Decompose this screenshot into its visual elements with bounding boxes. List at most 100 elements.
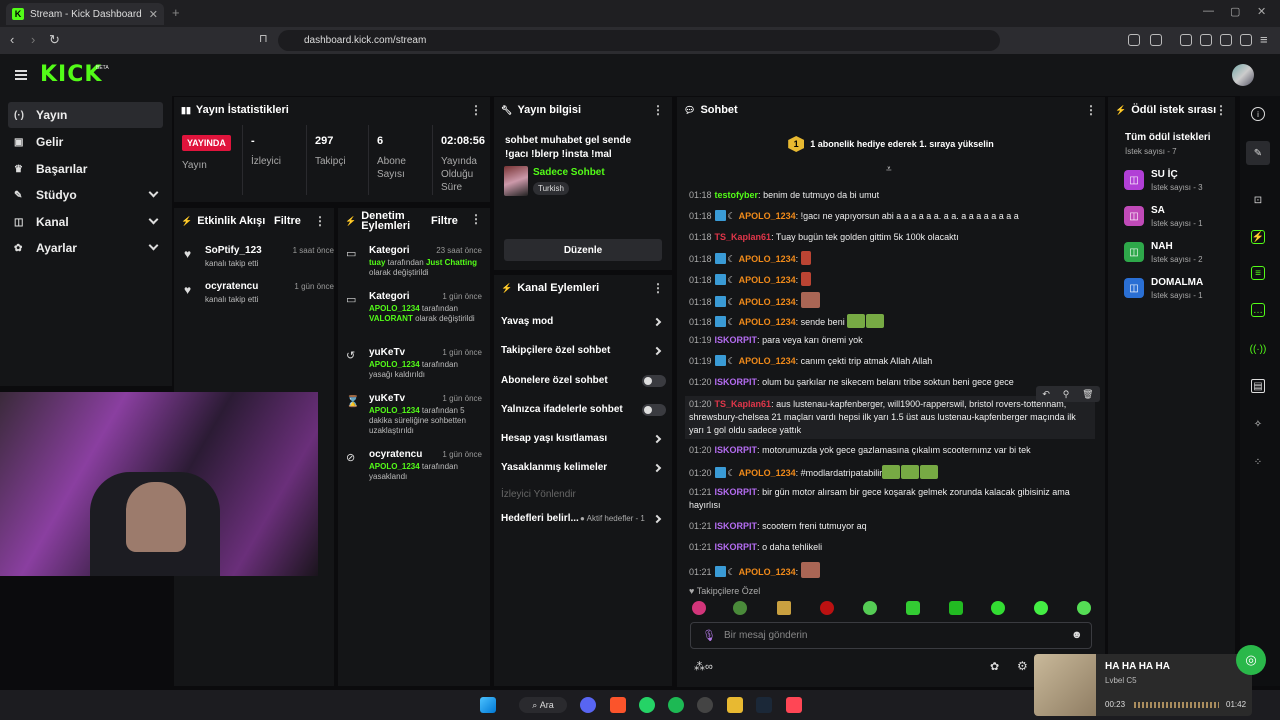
- emoji-icon[interactable]: ☻: [1071, 629, 1083, 641]
- message-username[interactable]: ISKORPIT: [715, 487, 758, 497]
- message-username[interactable]: TS_Kaplan61: [715, 399, 772, 409]
- discord-icon[interactable]: [580, 697, 596, 713]
- wallet-icon[interactable]: [1200, 34, 1212, 46]
- message-username[interactable]: APOLO_1234: [739, 297, 796, 307]
- chat-message[interactable]: 01:21 ISKORPIT: bir gün motor alırsam bir…: [689, 486, 1089, 512]
- bookmark-icon[interactable]: ⊓: [259, 32, 268, 45]
- more-options-icon[interactable]: ⋮: [470, 213, 482, 225]
- emote-icon[interactable]: [863, 601, 877, 615]
- layout-icon[interactable]: ▤: [1251, 379, 1265, 393]
- sidebar-item-studyo[interactable]: ✎ Stüdyo: [8, 182, 163, 208]
- sidebar-item-yayin[interactable]: (·) Yayın: [8, 102, 163, 128]
- new-tab-icon[interactable]: +: [172, 5, 180, 20]
- document-icon[interactable]: ≡: [1251, 266, 1265, 280]
- windows-start-icon[interactable]: [480, 697, 496, 713]
- message-username[interactable]: APOLO_1234: [739, 275, 796, 285]
- chat-message[interactable]: 01:18 ☾ APOLO_1234:: [689, 272, 1089, 287]
- account-age-item[interactable]: Hesap yaşı kısıtlaması: [501, 433, 666, 451]
- chat-message[interactable]: 01:19 ☾ APOLO_1234: canım çekti trip atmak…: [689, 355, 1089, 368]
- taskbar-search[interactable]: ⌕ Ara: [519, 697, 567, 713]
- browser-tab[interactable]: K Stream - Kick Dashboard ✕: [6, 3, 164, 25]
- message-username[interactable]: ISKORPIT: [715, 377, 758, 387]
- sidebar-icon[interactable]: [1180, 34, 1192, 46]
- spotify-icon[interactable]: [668, 697, 684, 713]
- message-username[interactable]: APOLO_1234: [739, 317, 796, 327]
- chat-message[interactable]: 01:20 TS_Kaplan61: aus lustenau-kapfenber…: [685, 396, 1095, 439]
- apps-icon[interactable]: ⁘: [1251, 455, 1265, 469]
- chat-message[interactable]: 01:20 ISKORPIT: olum bu şarkılar ne sikec…: [689, 376, 1089, 389]
- mod-actor[interactable]: APOLO_1234: [369, 304, 420, 313]
- more-options-icon[interactable]: ⋮: [1085, 103, 1097, 117]
- more-options-icon[interactable]: ⋮: [314, 214, 326, 228]
- chat-message[interactable]: 01:18 ☾ APOLO_1234: sende beni: [689, 314, 1089, 329]
- filter-button[interactable]: Filtre: [431, 216, 458, 227]
- chat-message[interactable]: 01:18 TS_Kaplan61: Tuay bugün tek golden …: [689, 231, 1089, 244]
- emote-icon[interactable]: [1077, 601, 1091, 615]
- more-options-icon[interactable]: ⋮: [652, 103, 664, 117]
- chat-settings-icon[interactable]: ✿: [990, 660, 999, 673]
- back-icon[interactable]: ‹: [10, 32, 14, 47]
- chat-message[interactable]: 01:18 ☾ APOLO_1234:: [689, 292, 1089, 309]
- message-username[interactable]: TS_Kaplan61: [715, 232, 772, 242]
- mod-actor[interactable]: APOLO_1234: [369, 406, 420, 415]
- emote-icon[interactable]: [820, 601, 834, 615]
- minimize-icon[interactable]: —: [1203, 5, 1214, 17]
- url-field[interactable]: dashboard.kick.com/stream: [278, 30, 1000, 51]
- filter-button[interactable]: Filtre: [274, 215, 301, 227]
- emotes-only-toggle[interactable]: [642, 404, 666, 416]
- chat-message[interactable]: 01:18 testofyber: benim de tutmuyo da bi …: [689, 189, 1089, 202]
- brave-icon[interactable]: [610, 697, 626, 713]
- channel-points-icon[interactable]: ⁂∞: [694, 660, 713, 673]
- message-username[interactable]: APOLO_1234: [739, 211, 796, 221]
- vpn-icon[interactable]: [1240, 34, 1252, 46]
- close-tab-icon[interactable]: ✕: [149, 8, 158, 21]
- forward-icon[interactable]: ›: [31, 32, 35, 47]
- chat-message[interactable]: 01:20 ISKORPIT: motorumuzda yok gece gazl…: [689, 444, 1089, 457]
- message-username[interactable]: testofyber: [715, 190, 759, 200]
- pin-icon[interactable]: ⚲: [1063, 389, 1070, 400]
- pinned-message[interactable]: 1 1 abonelik hediye ederek 1. sıraya yük…: [678, 124, 1104, 164]
- menu-icon[interactable]: ≡: [1260, 32, 1268, 47]
- all-rewards-link[interactable]: Tüm ödül istekleri: [1125, 132, 1211, 143]
- hamburger-icon[interactable]: [15, 70, 27, 80]
- more-options-icon[interactable]: ⋮: [1215, 103, 1227, 117]
- sidebar-item-basarilar[interactable]: ♛ Başarılar: [8, 156, 163, 182]
- lightning-icon[interactable]: ⚡: [1251, 230, 1265, 244]
- close-window-icon[interactable]: ✕: [1257, 5, 1266, 18]
- emote-icon[interactable]: [777, 601, 791, 615]
- chat-message[interactable]: 01:21 ISKORPIT: o daha tehlikeli: [689, 541, 1089, 554]
- chat-input[interactable]: Bir mesaj gönderin: [690, 622, 1092, 649]
- activity-user[interactable]: SoPtify_123: [205, 245, 262, 256]
- chat-message[interactable]: 01:18 ☾ APOLO_1234: !gacı ne yapıyorsun ab…: [689, 210, 1089, 223]
- collapse-icon[interactable]: ⩡: [886, 164, 892, 175]
- reply-icon[interactable]: ↶: [1042, 389, 1050, 400]
- message-username[interactable]: ISKORPIT: [715, 445, 758, 455]
- slow-mode-item[interactable]: Yavaş mod: [501, 316, 666, 334]
- chat-message[interactable]: 01:20 ☾ APOLO_1234: #modlardatripatabilir: [689, 465, 1089, 480]
- message-username[interactable]: ISKORPIT: [715, 521, 758, 531]
- chat-tools-icon[interactable]: ⚙: [1017, 659, 1028, 673]
- activity-user[interactable]: ocyratencu: [205, 281, 258, 292]
- emote-icon[interactable]: [991, 601, 1005, 615]
- kick-logo[interactable]: KICK: [40, 62, 102, 87]
- reload-icon[interactable]: ↻: [49, 32, 60, 48]
- emote-icon[interactable]: [1034, 601, 1048, 615]
- edit-button[interactable]: Düzenle: [504, 239, 662, 261]
- message-username[interactable]: APOLO_1234: [739, 356, 796, 366]
- banned-words-item[interactable]: Yasaklanmış kelimeler: [501, 462, 666, 480]
- extension-icon[interactable]: [1128, 34, 1140, 46]
- chat-message[interactable]: 01:21 ISKORPIT: scootern freni tutmuyor a…: [689, 520, 1089, 533]
- wrench-icon[interactable]: ✧: [1251, 417, 1265, 431]
- message-username[interactable]: ISKORPIT: [715, 335, 758, 345]
- emote-picker-icon[interactable]: [692, 601, 706, 615]
- chat-bubble-icon[interactable]: …: [1251, 303, 1265, 317]
- tab-icon[interactable]: [1150, 34, 1162, 46]
- category-name[interactable]: Sadece Sohbet: [533, 167, 605, 178]
- chat-support-fab[interactable]: ◎: [1236, 645, 1266, 675]
- waveform[interactable]: [1134, 702, 1219, 708]
- delete-icon[interactable]: 🗑︎: [1082, 389, 1093, 400]
- chat-message[interactable]: 01:18 ☾ APOLO_1234:: [689, 251, 1089, 266]
- maximize-icon[interactable]: ▢: [1230, 5, 1240, 18]
- message-username[interactable]: APOLO_1234: [739, 254, 796, 264]
- message-username[interactable]: APOLO_1234: [739, 468, 796, 478]
